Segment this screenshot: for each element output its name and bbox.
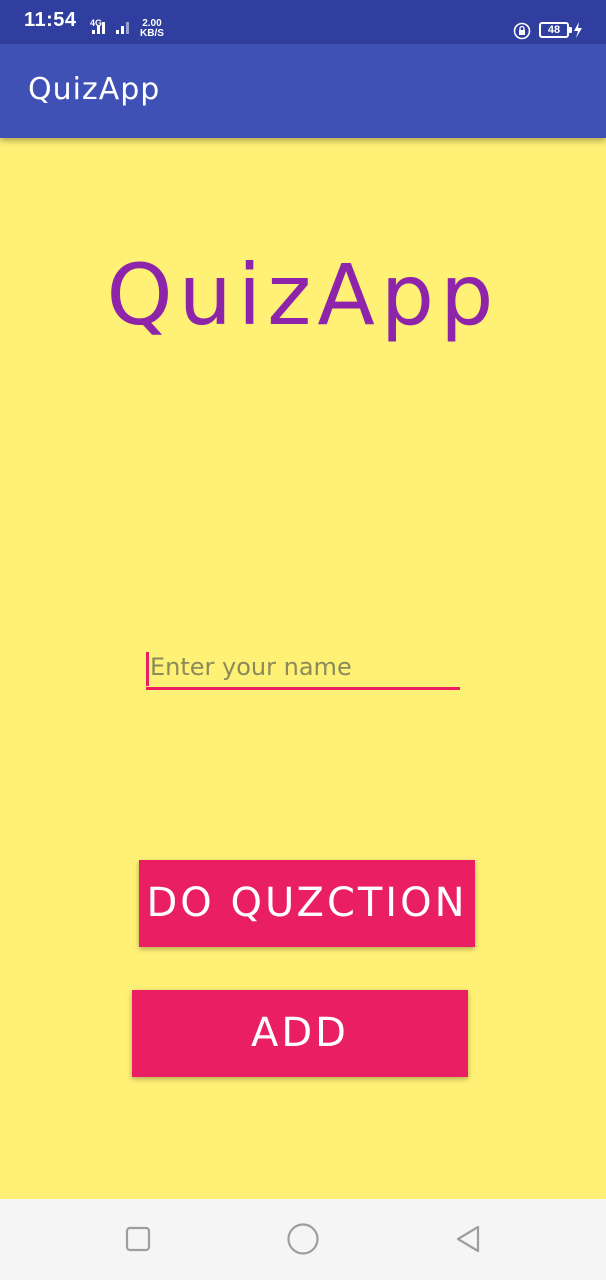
status-bar: 11:54 4G 2.00 KB/S 48 [0, 0, 606, 44]
name-field-container [146, 646, 460, 692]
recents-icon [125, 1226, 151, 1252]
back-icon [456, 1225, 480, 1253]
rotation-lock-icon [513, 22, 531, 40]
app-logo-title: QuizApp [106, 246, 500, 344]
back-button[interactable] [450, 1221, 486, 1257]
text-cursor [146, 652, 149, 686]
screen: 11:54 4G 2.00 KB/S 48 QuizApp QuizApp En… [0, 0, 606, 1280]
charging-icon [574, 22, 582, 38]
app-toolbar: QuizApp [0, 44, 606, 138]
recents-button[interactable] [120, 1221, 156, 1257]
toolbar-title: QuizApp [28, 72, 161, 107]
network-speed-unit: KB/S [140, 28, 164, 39]
status-time: 11:54 [24, 9, 77, 31]
do-question-button[interactable]: DO QUZCTION [139, 860, 475, 947]
add-button[interactable]: ADD [132, 990, 468, 1077]
network-speed: 2.00 KB/S [140, 19, 164, 39]
name-input[interactable] [146, 646, 460, 690]
home-icon [287, 1223, 319, 1255]
signal-icon [92, 22, 129, 34]
battery-icon: 48 [539, 22, 572, 38]
system-nav-bar [0, 1199, 606, 1280]
home-button[interactable] [285, 1221, 321, 1257]
